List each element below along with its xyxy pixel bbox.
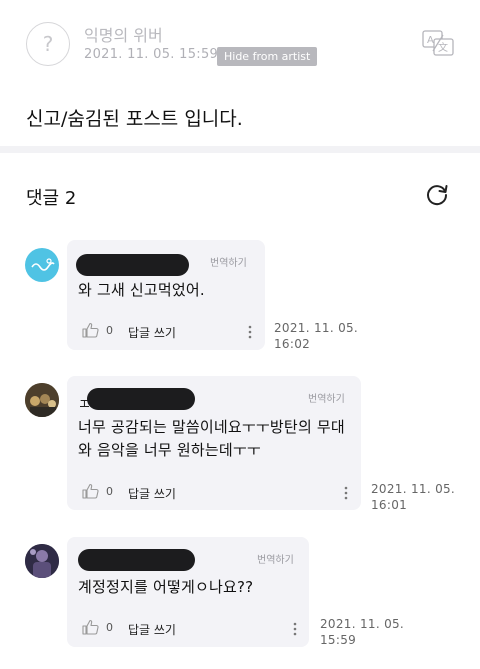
- author-name[interactable]: 익명의 위버: [84, 22, 163, 46]
- more-vertical-icon[interactable]: [344, 485, 348, 500]
- comment-date: 2021. 11. 05. 15:59: [320, 617, 405, 647]
- like-button[interactable]: 0: [82, 483, 113, 499]
- comment-bubble: 번역하기 와 그새 신고먹었어. 0 답글 쓰기: [67, 240, 265, 350]
- translate-link[interactable]: 번역하기: [308, 390, 345, 405]
- section-divider: [0, 146, 480, 153]
- translate-icon[interactable]: A 文: [422, 30, 454, 56]
- like-button[interactable]: 0: [82, 322, 113, 338]
- more-vertical-icon[interactable]: [293, 621, 297, 636]
- thumbs-up-icon: [82, 322, 99, 338]
- comments-count-title: 댓글 2: [26, 188, 77, 209]
- comment-date: 2021. 11. 05. 16:02: [274, 321, 359, 351]
- redacted-username: [87, 388, 195, 410]
- like-count: 0: [106, 323, 113, 337]
- comment-text: 너무 공감되는 말씀이네요ㅜㅜ방탄의 무대와 음악을 너무 원하는데ㅜㅜ: [78, 418, 345, 459]
- svg-text:文: 文: [438, 41, 448, 54]
- post-body-text: 신고/숨김된 포스트 입니다.: [26, 108, 243, 130]
- question-mark-icon: ?: [42, 32, 54, 56]
- comment-bubble: 번역하기 계정정지를 어떻게ㅇ나요?? 0 답글 쓰기: [67, 537, 309, 647]
- like-count: 0: [106, 484, 113, 498]
- commenter-avatar[interactable]: [25, 383, 59, 417]
- comment-bubble: ェ 번역하기 너무 공감되는 말씀이네요ㅜㅜ방탄의 무대와 음악을 너무 원하는…: [67, 376, 361, 510]
- thumbs-up-icon: [82, 483, 99, 499]
- post-date: 2021. 11. 05. 15:59: [84, 47, 219, 62]
- comment-text: 계정정지를 어떻게ㅇ나요??: [78, 578, 254, 596]
- reply-button[interactable]: 답글 쓰기: [128, 324, 176, 341]
- reply-button[interactable]: 답글 쓰기: [128, 621, 176, 638]
- like-count: 0: [106, 620, 113, 634]
- commenter-avatar[interactable]: [25, 248, 59, 282]
- translate-link[interactable]: 번역하기: [210, 254, 247, 269]
- redacted-username: [76, 254, 189, 276]
- translate-link[interactable]: 번역하기: [257, 551, 294, 566]
- comment-text: 와 그새 신고먹었어.: [78, 281, 205, 299]
- reply-button[interactable]: 답글 쓰기: [128, 485, 176, 502]
- comment-date: 2021. 11. 05. 16:01: [371, 482, 456, 512]
- svg-text:A: A: [427, 35, 434, 46]
- thumbs-up-icon: [82, 619, 99, 635]
- redacted-username: [78, 549, 195, 571]
- hide-from-artist-badge: Hide from artist: [217, 47, 318, 66]
- like-button[interactable]: 0: [82, 619, 113, 635]
- commenter-avatar[interactable]: [25, 544, 59, 578]
- anonymous-avatar[interactable]: ?: [26, 22, 70, 66]
- post-header: ? 익명의 위버 2021. 11. 05. 15:59 Hide from a…: [26, 22, 466, 72]
- more-vertical-icon[interactable]: [248, 324, 252, 339]
- refresh-icon[interactable]: [424, 182, 450, 208]
